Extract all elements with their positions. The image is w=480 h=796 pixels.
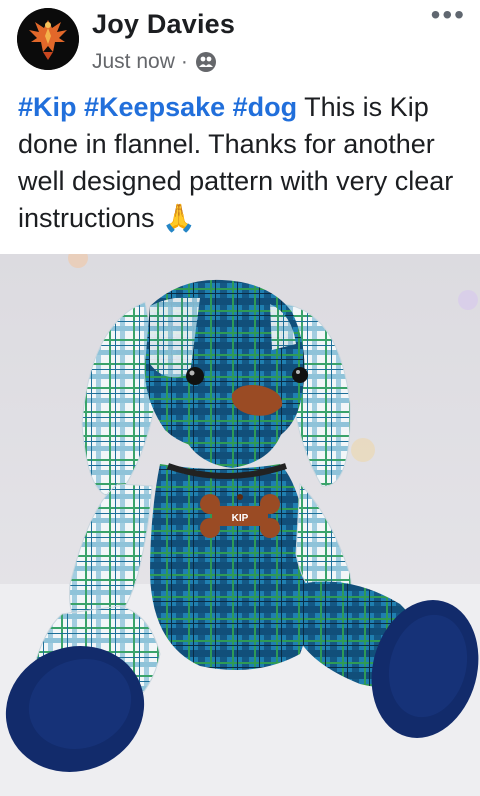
hashtag-dog[interactable]: #dog xyxy=(233,92,298,122)
post-text: #Kip #Keepsake #dog This is Kip done in … xyxy=(18,89,472,237)
post-photo[interactable]: KIP xyxy=(0,254,480,796)
more-horizontal-icon[interactable]: ••• xyxy=(431,0,466,30)
tag-text: KIP xyxy=(232,513,249,524)
plush-dog-photo: KIP xyxy=(0,254,480,796)
phoenix-logo-icon xyxy=(17,8,79,70)
post-meta: Just now · xyxy=(92,50,218,74)
friends-icon[interactable] xyxy=(194,50,218,74)
hashtag-keepsake[interactable]: #Keepsake xyxy=(84,92,225,122)
timestamp[interactable]: Just now xyxy=(92,50,175,74)
hashtag-kip[interactable]: #Kip xyxy=(18,92,77,122)
meta-separator: · xyxy=(180,50,188,73)
praying-hands-emoji: 🙏 xyxy=(162,203,196,233)
post-header: Joy Davies Just now · ••• xyxy=(0,0,480,86)
avatar[interactable] xyxy=(17,8,79,70)
author-name[interactable]: Joy Davies xyxy=(92,9,235,40)
